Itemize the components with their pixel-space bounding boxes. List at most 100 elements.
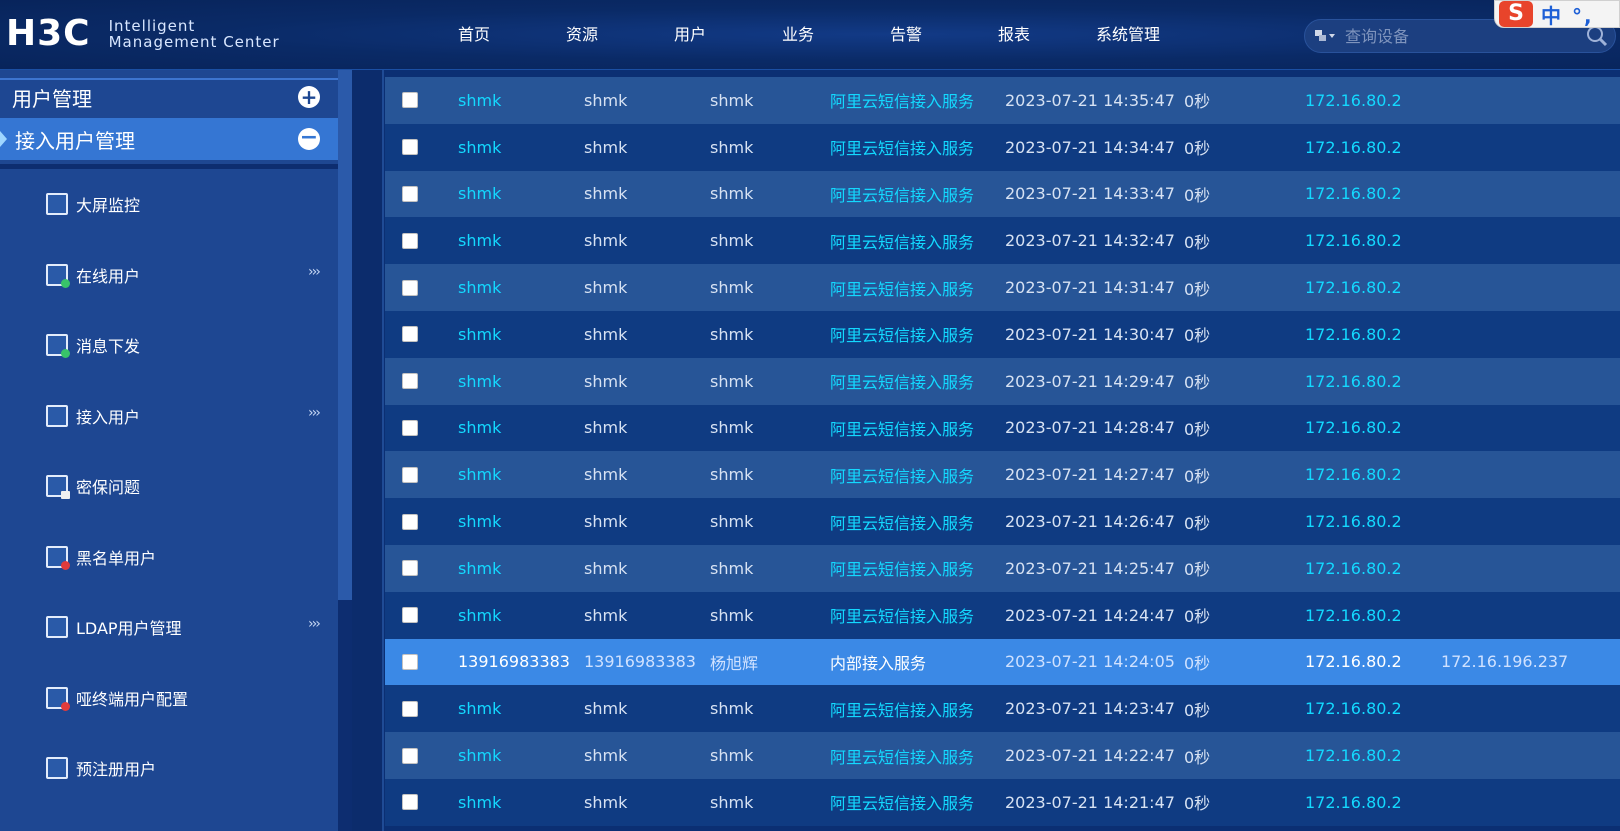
table-row[interactable]: shmk shmk shmk 阿里云短信接入服务 2023-07-21 14:35:47… [385, 77, 1620, 124]
table-row[interactable]: shmk shmk shmk 阿里云短信接入服务 2023-07-21 14:34:47… [385, 123, 1620, 171]
service-link[interactable]: 阿里云短信接入服务 [830, 744, 974, 768]
device-ip-link[interactable]: 172.16.80.2 [1305, 372, 1402, 391]
service-link[interactable]: 阿里云短信接入服务 [830, 510, 974, 534]
account-link[interactable]: shmk [458, 418, 501, 437]
row-checkbox[interactable] [402, 560, 418, 577]
device-ip-link[interactable]: 172.16.80.2 [1305, 278, 1402, 297]
account-link[interactable]: shmk [458, 91, 501, 110]
table-row[interactable]: shmk shmk shmk 阿里云短信接入服务 2023-07-21 14:32:47… [385, 217, 1620, 265]
row-checkbox[interactable] [402, 653, 418, 670]
service-link[interactable]: 阿里云短信接入服务 [830, 603, 974, 627]
service-link[interactable]: 阿里云短信接入服务 [830, 276, 974, 300]
device-ip-link[interactable]: 172.16.80.2 [1305, 699, 1402, 718]
sidebar-item-big-screen-monitor[interactable]: 大屏监控 [0, 169, 338, 240]
row-checkbox[interactable] [402, 232, 418, 249]
sidebar-scrollbar-thumb[interactable] [338, 70, 352, 600]
sidebar-item-message-send[interactable]: 消息下发 [0, 310, 338, 381]
sidebar-item-online-users[interactable]: 在线用户 ››› [0, 240, 338, 311]
row-checkbox[interactable] [402, 92, 418, 109]
table-row[interactable]: shmk shmk shmk 阿里云短信接入服务 2023-07-21 14:26:47… [385, 498, 1620, 545]
table-row[interactable]: shmk shmk shmk 阿里云短信接入服务 2023-07-21 14:25:47… [385, 544, 1620, 592]
table-row[interactable]: shmk shmk shmk 阿里云短信接入服务 2023-07-21 14:21:47… [385, 778, 1620, 826]
row-checkbox[interactable] [402, 373, 418, 390]
device-ip-link[interactable]: 172.16.80.2 [1305, 91, 1402, 110]
ime-toolbar[interactable]: S 中 °, [1494, 0, 1620, 28]
account-link[interactable]: shmk [458, 465, 501, 484]
table-row[interactable]: shmk shmk shmk 阿里云短信接入服务 2023-07-21 14:22:47… [385, 732, 1620, 779]
account-link[interactable]: shmk [458, 184, 501, 203]
nav-users[interactable]: 用户 [636, 22, 744, 48]
row-checkbox[interactable] [402, 747, 418, 764]
account-link[interactable]: shmk [458, 746, 501, 765]
service-link[interactable]: 阿里云短信接入服务 [830, 416, 974, 440]
table-row[interactable]: shmk shmk shmk 阿里云短信接入服务 2023-07-21 14:30:47… [385, 310, 1620, 358]
device-ip-link[interactable]: 172.16.80.2 [1305, 418, 1402, 437]
device-ip-link[interactable]: 172.16.80.2 [1305, 231, 1402, 250]
nav-resources[interactable]: 资源 [528, 22, 636, 48]
row-checkbox[interactable] [402, 513, 418, 530]
account-link[interactable]: shmk [458, 278, 501, 297]
account-link[interactable]: shmk [458, 606, 501, 625]
account-link[interactable]: shmk [458, 325, 501, 344]
service-link[interactable]: 阿里云短信接入服务 [830, 369, 974, 393]
service-link[interactable]: 阿里云短信接入服务 [830, 463, 974, 487]
search-type-dropdown[interactable] [1305, 29, 1345, 43]
service-link[interactable]: 阿里云短信接入服务 [830, 88, 974, 112]
device-ip-link[interactable]: 172.16.80.2 [1305, 793, 1402, 812]
sidebar-item-security-questions[interactable]: 密保问题 [0, 451, 338, 522]
account-link[interactable]: shmk [458, 793, 501, 812]
service-link[interactable]: 内部接入服务 [830, 650, 926, 674]
row-checkbox[interactable] [402, 607, 418, 624]
row-checkbox[interactable] [402, 794, 418, 811]
device-ip-link[interactable]: 172.16.80.2 [1305, 184, 1402, 203]
service-link[interactable]: 阿里云短信接入服务 [830, 182, 974, 206]
table-row[interactable]: shmk shmk shmk 阿里云短信接入服务 2023-07-21 14:28:47… [385, 404, 1620, 452]
table-row[interactable]: shmk shmk shmk 阿里云短信接入服务 2023-07-21 14:24:47… [385, 591, 1620, 639]
row-checkbox[interactable] [402, 139, 418, 156]
sidebar-section-user-management[interactable]: 用户管理 + [0, 78, 338, 114]
nav-services[interactable]: 业务 [744, 22, 852, 48]
device-ip-link[interactable]: 172.16.80.2 [1305, 559, 1402, 578]
row-checkbox[interactable] [402, 279, 418, 296]
expand-plus-icon[interactable]: + [298, 86, 320, 108]
row-checkbox[interactable] [402, 466, 418, 483]
account-link[interactable]: shmk [458, 372, 501, 391]
expand-arrows-icon[interactable]: ››› [308, 264, 321, 280]
account-link[interactable]: shmk [458, 512, 501, 531]
sidebar-scrollbar[interactable] [338, 70, 352, 831]
table-row[interactable]: 13916983383 13916983383 杨旭辉 内部接入服务 2023-07-2… [385, 638, 1620, 686]
sidebar-item-ldap-users[interactable]: LDAP用户管理 ››› [0, 592, 338, 663]
service-link[interactable]: 阿里云短信接入服务 [830, 229, 974, 253]
row-checkbox[interactable] [402, 326, 418, 343]
account-link[interactable]: shmk [458, 559, 501, 578]
row-checkbox[interactable] [402, 419, 418, 436]
row-checkbox[interactable] [402, 185, 418, 202]
sidebar-item-preregistered-users[interactable]: 预注册用户 [0, 733, 338, 804]
table-row[interactable]: shmk shmk shmk 阿里云短信接入服务 2023-07-21 14:29:47… [385, 357, 1620, 405]
nav-alarms[interactable]: 告警 [852, 22, 960, 48]
table-row[interactable]: shmk shmk shmk 阿里云短信接入服务 2023-07-21 14:31:47… [385, 264, 1620, 311]
table-row[interactable]: shmk shmk shmk 阿里云短信接入服务 2023-07-21 14:27:47… [385, 451, 1620, 499]
h3c-logo[interactable]: H3C Intelligent Management Center [6, 14, 280, 54]
service-link[interactable]: 阿里云短信接入服务 [830, 135, 974, 159]
nav-system[interactable]: 系统管理 [1068, 22, 1188, 48]
device-ip-link[interactable]: 172.16.80.2 [1305, 746, 1402, 765]
nav-home[interactable]: 首页 [420, 22, 528, 48]
table-row[interactable]: shmk shmk shmk 阿里云短信接入服务 2023-07-21 14:23:47… [385, 685, 1620, 733]
device-ip-link[interactable]: 172.16.80.2 [1305, 325, 1402, 344]
service-link[interactable]: 阿里云短信接入服务 [830, 790, 974, 814]
expand-arrows-icon[interactable]: ››› [308, 616, 321, 632]
expand-arrows-icon[interactable]: ››› [308, 405, 321, 421]
device-ip-link[interactable]: 172.16.80.2 [1305, 138, 1402, 157]
service-link[interactable]: 阿里云短信接入服务 [830, 322, 974, 346]
table-row[interactable]: shmk shmk shmk 阿里云短信接入服务 2023-07-21 14:33:47… [385, 170, 1620, 218]
account-link[interactable]: shmk [458, 231, 501, 250]
sidebar-subsection-access-user-management[interactable]: 接入用户管理 − [0, 118, 338, 160]
service-link[interactable]: 阿里云短信接入服务 [830, 697, 974, 721]
sidebar-item-blacklist-users[interactable]: 黑名单用户 [0, 522, 338, 593]
sidebar-item-access-users[interactable]: 接入用户 ››› [0, 381, 338, 452]
device-ip-link[interactable]: 172.16.80.2 [1305, 512, 1402, 531]
device-ip-link[interactable]: 172.16.80.2 [1305, 606, 1402, 625]
service-link[interactable]: 阿里云短信接入服务 [830, 556, 974, 580]
account-link[interactable]: 13916983383 [458, 652, 570, 671]
